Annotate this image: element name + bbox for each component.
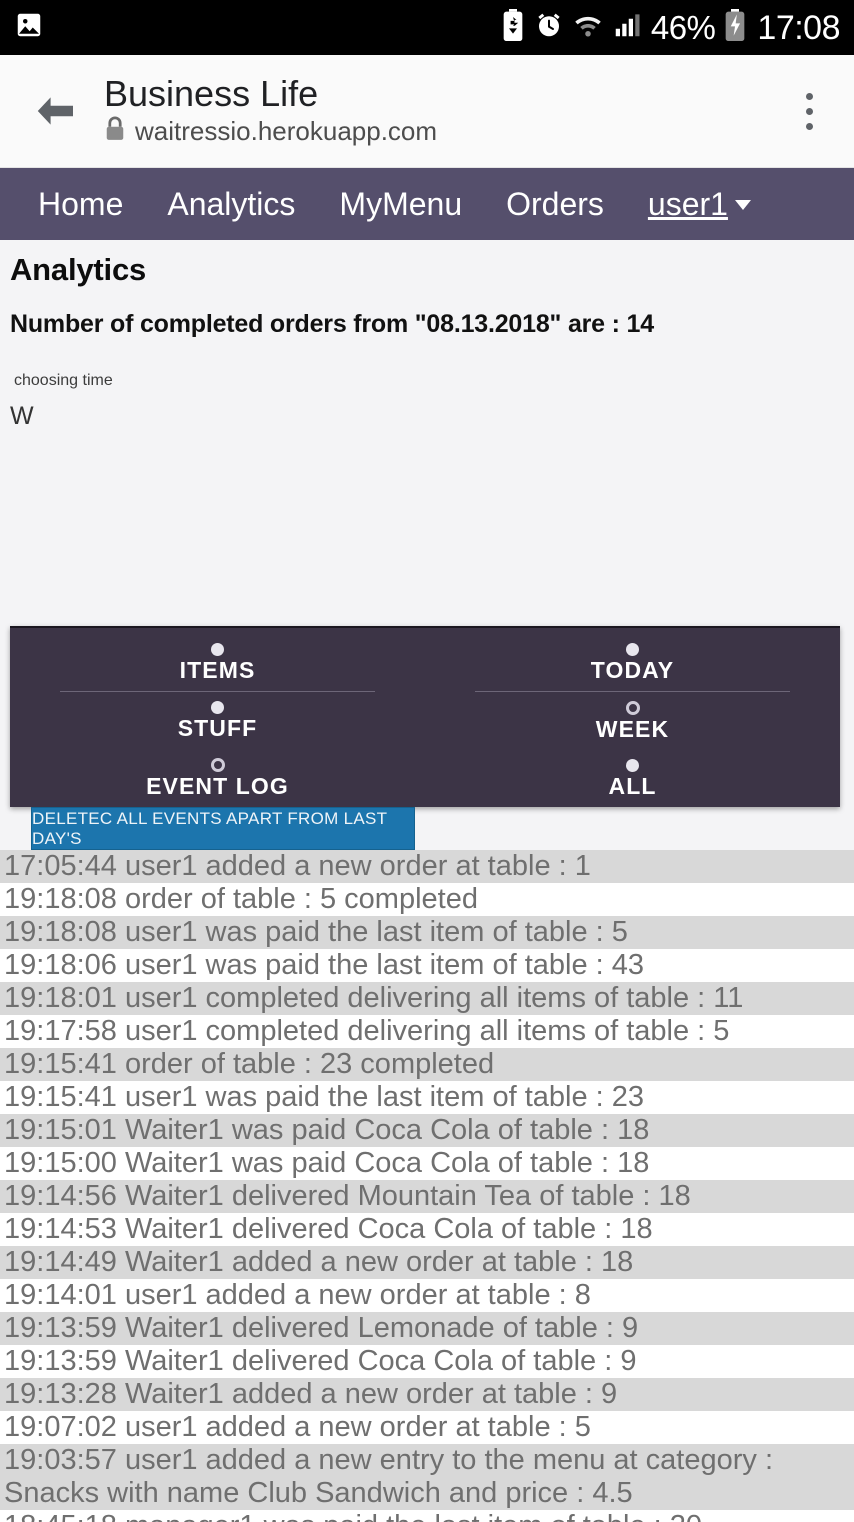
log-row: 18:45:18 manager1 was paid the last item… (0, 1510, 854, 1522)
option-today[interactable]: TODAY (425, 634, 840, 692)
completed-orders-summary: Number of completed orders from "08.13.2… (10, 310, 654, 338)
option-label-stuff: STUFF (177, 715, 258, 741)
option-all[interactable]: ALL (425, 749, 840, 807)
log-row: 19:14:49 Waiter1 added a new order at ta… (0, 1246, 854, 1279)
url-text: waitressio.herokuapp.com (135, 116, 438, 147)
radio-icon-items[interactable] (211, 643, 224, 657)
options-column-left: ITEMS STUFF EVENT LOG (10, 634, 425, 807)
log-row: 19:13:59 Waiter1 delivered Lemonade of t… (0, 1312, 854, 1345)
option-label-event-log: EVENT LOG (146, 773, 289, 800)
log-row: 19:15:41 user1 was paid the last item of… (0, 1081, 854, 1114)
nav-item-home[interactable]: Home (38, 188, 123, 220)
menu-dot (805, 122, 813, 130)
log-row: 19:13:28 Waiter1 added a new order at ta… (0, 1378, 854, 1411)
option-stuff[interactable]: STUFF (10, 692, 425, 750)
nav-item-user-menu[interactable]: user1 (648, 188, 751, 220)
log-row: 19:18:08 order of table : 5 completed (0, 883, 854, 916)
log-row: 19:18:08 user1 was paid the last item of… (0, 916, 854, 949)
wifi-icon (573, 10, 603, 45)
radio-icon-stuff[interactable] (211, 701, 224, 714)
obscured-text-behind-panel: W (10, 402, 34, 424)
page-title: Analytics (10, 252, 147, 287)
log-row: 19:13:59 Waiter1 delivered Coca Cola of … (0, 1345, 854, 1378)
lock-icon (104, 116, 126, 147)
radio-icon-today[interactable] (626, 643, 639, 657)
option-label-items: ITEMS (179, 657, 256, 684)
battery-charging-icon (724, 9, 746, 46)
radio-icon-event-log[interactable] (210, 758, 225, 773)
status-bar-left-icons (14, 10, 44, 45)
more-vertical-icon[interactable] (786, 80, 832, 142)
menu-dot (805, 107, 813, 115)
log-row: 19:14:01 user1 added a new order at tabl… (0, 1279, 854, 1312)
option-label-today: TODAY (590, 657, 675, 684)
back-arrow-icon[interactable] (26, 82, 84, 140)
log-row: 19:18:01 user1 completed delivering all … (0, 982, 854, 1015)
event-log-list[interactable]: 17:05:44 user1 added a new order at tabl… (0, 850, 854, 1522)
option-items[interactable]: ITEMS (10, 634, 425, 692)
battery-percent-label: 46% (650, 9, 716, 46)
option-label-all: ALL (608, 772, 657, 799)
status-bar-right-icons: 46% 17:08 (501, 9, 840, 46)
log-row: 19:14:56 Waiter1 delivered Mountain Tea … (0, 1180, 854, 1213)
log-row: 19:17:58 user1 completed delivering all … (0, 1015, 854, 1048)
options-panel: ITEMS STUFF EVENT LOG TODAY WEEK ALL (10, 626, 840, 807)
log-row: 19:15:00 Waiter1 was paid Coca Cola of t… (0, 1147, 854, 1180)
log-row: 19:15:01 Waiter1 was paid Coca Cola of t… (0, 1114, 854, 1147)
option-week[interactable]: WEEK (425, 692, 840, 750)
page-title-app: Business Life (104, 73, 319, 115)
nav-item-orders[interactable]: Orders (506, 188, 604, 220)
delete-events-button[interactable]: DELETEC ALL EVENTS APART FROM LAST DAY'S (31, 807, 415, 850)
appbar-text-block: Business Life waitressio.herokuapp.com (104, 73, 786, 147)
menu-dot (805, 92, 813, 100)
option-label-week: WEEK (595, 715, 670, 742)
android-status-bar: 46% 17:08 (0, 0, 854, 55)
browser-app-bar: Business Life waitressio.herokuapp.com (0, 55, 854, 168)
log-row: 19:14:53 Waiter1 delivered Coca Cola of … (0, 1213, 854, 1246)
log-row: 19:07:02 user1 added a new order at tabl… (0, 1411, 854, 1444)
nav-item-mymenu[interactable]: MyMenu (339, 188, 462, 220)
nav-user-label: user1 (647, 186, 728, 222)
log-row: 17:05:44 user1 added a new order at tabl… (0, 850, 854, 883)
image-icon (14, 10, 44, 45)
status-bar-clock: 17:08 (757, 8, 840, 47)
log-row: 19:03:57 user1 added a new entry to the … (0, 1444, 854, 1510)
log-row: 19:15:41 order of table : 23 completed (0, 1048, 854, 1081)
signal-icon (612, 10, 642, 45)
alarm-icon (534, 10, 564, 45)
choosing-time-label: choosing time (14, 372, 113, 389)
site-navigation-bar: Home Analytics MyMenu Orders user1 (0, 168, 854, 240)
log-row: 19:18:06 user1 was paid the last item of… (0, 949, 854, 982)
page-content: Analytics Number of completed orders fro… (0, 240, 854, 1522)
url-row[interactable]: waitressio.herokuapp.com (104, 116, 786, 147)
nav-item-analytics[interactable]: Analytics (167, 188, 295, 220)
radio-icon-week[interactable] (625, 700, 640, 715)
chevron-down-icon (734, 200, 751, 210)
battery-saver-icon (501, 9, 525, 46)
option-event-log[interactable]: EVENT LOG (10, 749, 425, 807)
radio-icon-all[interactable] (626, 758, 639, 772)
options-column-right: TODAY WEEK ALL (425, 634, 840, 807)
